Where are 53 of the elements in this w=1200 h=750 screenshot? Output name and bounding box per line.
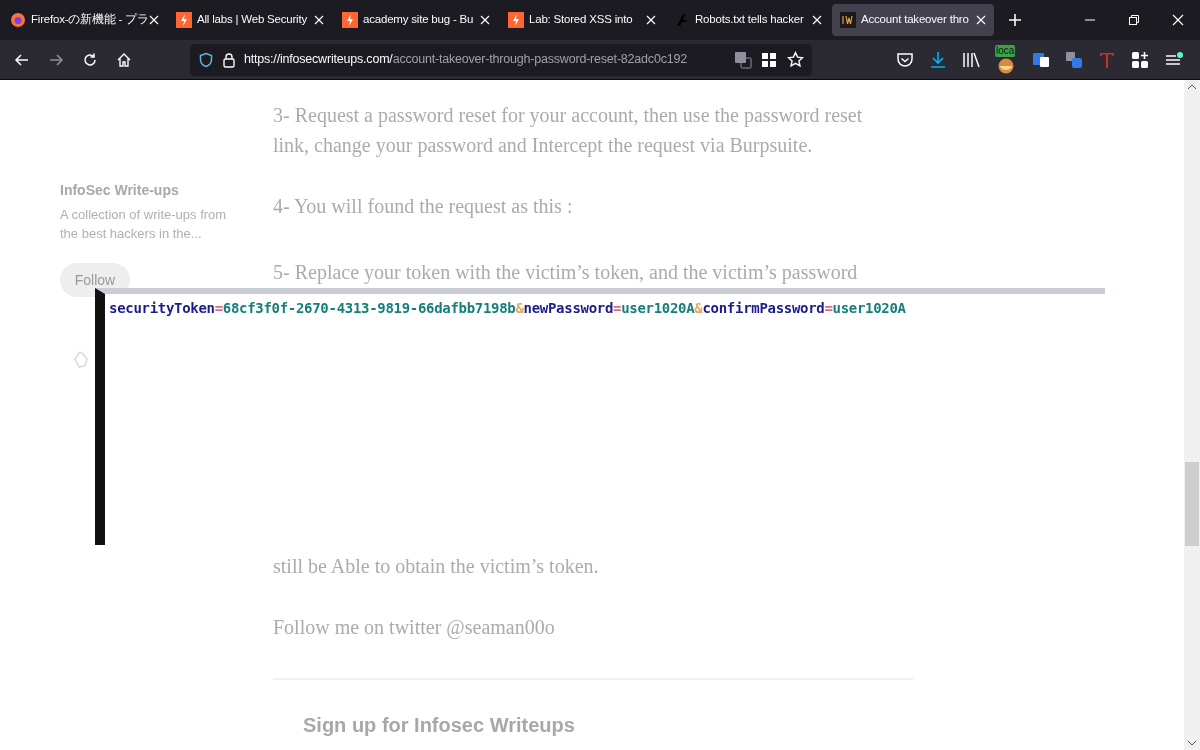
browser-tab[interactable]: Robots.txt tells hacker [666, 4, 830, 36]
paragraph: Follow me on twitter @seaman00o [273, 615, 556, 641]
letter-mark-icon [674, 12, 690, 28]
bookmark-star-icon[interactable] [787, 51, 804, 68]
close-tab-icon[interactable] [646, 15, 656, 25]
request-body-text: securityToken=68cf3f0f-2670-4313-9819-66dafbb7198b&newPassword=user1020A&confirmPassword=user1020A [108, 299, 907, 318]
forward-icon[interactable] [48, 51, 64, 68]
t-shaped-icon[interactable] [1098, 50, 1116, 69]
fox-globe-icon [10, 12, 26, 28]
extensions-icon[interactable] [1131, 50, 1149, 69]
library-icon[interactable] [962, 50, 980, 69]
signup-heading: Sign up for Infosec Writeups [303, 713, 576, 738]
browser-tab[interactable]: Account takeover thro [832, 4, 994, 36]
logo-icon [840, 12, 856, 28]
restore-icon[interactable] [1128, 14, 1140, 26]
close-tab-icon[interactable] [976, 15, 986, 25]
paragraph: still be Able to obtain the victim’s token. [273, 554, 600, 579]
back-icon[interactable] [14, 51, 30, 68]
grid-icon[interactable] [761, 51, 777, 68]
scroll-up-icon[interactable] [1187, 83, 1197, 91]
close-tab-icon[interactable] [314, 15, 324, 25]
browser-tab[interactable]: Lab: Stored XSS into [500, 4, 664, 36]
scrollbar[interactable] [1184, 80, 1200, 750]
url-text: https://infosecwriteups.com/account-takeover-through-password-reset-82adc0c192 [244, 51, 687, 69]
close-icon[interactable] [1172, 14, 1184, 26]
extension-badge: loca [995, 44, 1016, 57]
address-bar[interactable]: https://infosecwriteups.com/account-takeover-through-password-reset-82adc0c192 [190, 43, 812, 76]
lightning-icon [176, 12, 192, 28]
paragraph: 3- Request a password reset for your account, then use the password reset [273, 103, 864, 129]
publication-description: the best hackers in the... [60, 225, 203, 243]
translate-icon[interactable] [1032, 50, 1050, 69]
paragraph: 5- Replace your token with the victim’s token, and the victim’s password [273, 260, 859, 286]
paragraph: 4- You will found the request as this : [273, 194, 574, 220]
lock-icon[interactable] [222, 51, 236, 68]
extension-icon[interactable] [997, 57, 1015, 74]
shield-icon[interactable] [198, 51, 214, 68]
close-tab-icon[interactable] [148, 15, 159, 25]
close-tab-icon[interactable] [480, 15, 490, 25]
close-tab-icon[interactable] [812, 15, 822, 25]
browser-tab[interactable]: Firefox-の新機能 - プラ [2, 4, 166, 36]
pocket-icon[interactable] [896, 50, 914, 69]
lightning-icon [508, 12, 524, 28]
browser-tab[interactable]: All labs | Web Security [168, 4, 332, 36]
new-tab-icon[interactable] [1008, 13, 1022, 27]
lightning-icon [342, 12, 358, 28]
browser-tab[interactable]: academy site bug - Bu [334, 4, 498, 36]
scroll-down-icon[interactable] [1187, 739, 1197, 747]
home-icon[interactable] [116, 51, 132, 68]
publication-description: A collection of write-ups from [60, 206, 228, 224]
download-icon[interactable] [929, 50, 947, 69]
scrollbar-thumb[interactable] [1185, 462, 1199, 546]
paragraph: link, change your password and Intercept the request via Burpsuite. [273, 133, 814, 159]
reload-icon[interactable] [82, 51, 98, 68]
